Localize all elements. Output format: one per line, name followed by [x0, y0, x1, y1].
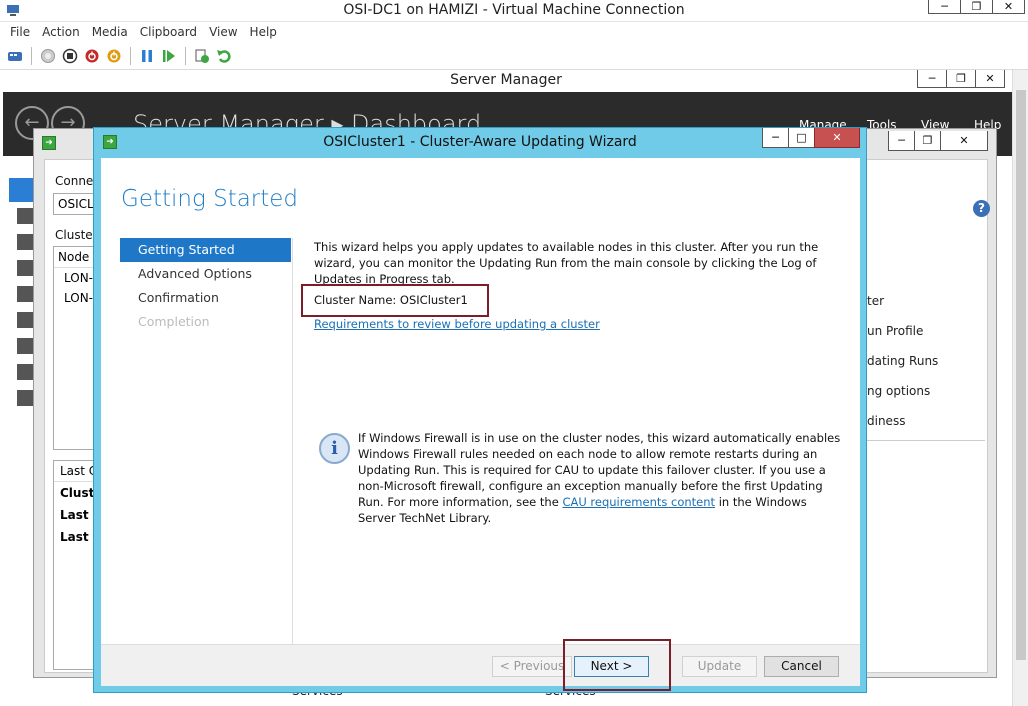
requirements-link[interactable]: Requirements to review before updating a…	[314, 317, 600, 331]
previous-button[interactable]: < Previous	[492, 656, 572, 677]
menu-action[interactable]: Action	[36, 25, 86, 39]
divider	[867, 440, 985, 441]
restore-icon[interactable]: ❐	[914, 131, 941, 151]
sm-window-controls: ─ ❐ ✕	[917, 70, 1005, 88]
wizard-title-bar: ➜ OSICluster1 - Cluster-Aware Updating W…	[94, 128, 866, 158]
cancel-button[interactable]: Cancel	[764, 656, 839, 677]
clustering-icon[interactable]	[17, 390, 33, 406]
vm-toolbar	[0, 42, 1028, 70]
toolbar-separator	[185, 46, 186, 65]
restore-icon[interactable]: ❐	[960, 0, 993, 14]
server-manager-title-bar: Server Manager ─ ❐ ✕	[0, 70, 1012, 92]
cau-wizard-dialog: ➜ OSICluster1 - Cluster-Aware Updating W…	[93, 127, 867, 693]
steps-divider	[292, 238, 293, 651]
step-getting-started[interactable]: Getting Started	[120, 238, 291, 262]
server-manager-nav	[3, 156, 35, 706]
checkpoint-icon[interactable]	[193, 47, 211, 65]
cluster-label: Cluster	[55, 228, 98, 242]
action-link[interactable]: un Profile	[867, 324, 923, 338]
page-title: Getting Started	[121, 186, 299, 212]
toolbar-separator	[31, 46, 32, 65]
cluster-name-highlight	[301, 284, 489, 317]
local-server-icon[interactable]	[17, 208, 33, 224]
wizard-content: Getting Started Getting Started Advanced…	[101, 158, 860, 686]
menu-view[interactable]: View	[203, 25, 243, 39]
firewall-info-text: If Windows Firewall is in use on the clu…	[358, 430, 842, 526]
minimize-icon[interactable]: ─	[917, 70, 947, 88]
cau-requirements-link[interactable]: CAU requirements content	[562, 495, 715, 509]
server-manager-title: Server Manager	[450, 72, 562, 88]
wizard-steps: Getting Started Advanced Options Confirm…	[120, 238, 291, 334]
maximize-icon[interactable]: □	[788, 128, 815, 148]
turn-off-icon[interactable]	[61, 47, 79, 65]
menu-help[interactable]: Help	[244, 25, 283, 39]
action-link[interactable]: ter	[867, 294, 884, 308]
all-servers-icon[interactable]	[17, 234, 33, 250]
close-icon[interactable]: ✕	[975, 70, 1005, 88]
info-icon: i	[319, 433, 350, 464]
menu-media[interactable]: Media	[86, 25, 134, 39]
wizard-footer: < Previous Next > Update Cancel	[101, 644, 860, 686]
iis-icon[interactable]	[17, 338, 33, 354]
save-state-icon[interactable]	[105, 47, 123, 65]
cau-window-controls: ─ ❐ ✕	[888, 131, 988, 151]
restore-icon[interactable]: ❐	[946, 70, 976, 88]
close-icon[interactable]: ✕	[814, 128, 860, 148]
wsus-icon[interactable]	[17, 364, 33, 380]
action-link[interactable]: diness	[867, 414, 905, 428]
resume-icon[interactable]	[160, 47, 178, 65]
help-icon[interactable]: ?	[973, 200, 990, 217]
vertical-scrollbar[interactable]	[1012, 70, 1028, 706]
action-link[interactable]: dating Runs	[867, 354, 938, 368]
ctrl-alt-del-icon[interactable]	[6, 47, 24, 65]
pause-icon[interactable]	[138, 47, 156, 65]
minimize-icon[interactable]: ─	[888, 131, 915, 151]
intro-text: This wizard helps you apply updates to a…	[314, 240, 819, 286]
dashboard-icon[interactable]	[9, 178, 35, 202]
close-icon[interactable]: ✕	[940, 131, 988, 151]
dns-icon[interactable]	[17, 286, 33, 302]
minimize-icon[interactable]: ─	[928, 0, 961, 14]
start-icon[interactable]	[39, 47, 57, 65]
action-link[interactable]: ng options	[867, 384, 930, 398]
step-advanced-options[interactable]: Advanced Options	[120, 262, 291, 286]
minimize-icon[interactable]: ─	[762, 128, 789, 148]
close-icon[interactable]: ✕	[992, 0, 1025, 14]
vm-window-controls: ─ ❐ ✕	[928, 0, 1025, 14]
vm-window-title: OSI-DC1 on HAMIZI - Virtual Machine Conn…	[343, 2, 685, 18]
scrollbar-thumb[interactable]	[1016, 90, 1026, 660]
wizard-title: OSICluster1 - Cluster-Aware Updating Wiz…	[323, 134, 637, 150]
menu-clipboard[interactable]: Clipboard	[134, 25, 203, 39]
next-button-highlight	[563, 639, 671, 691]
toolbar-separator	[130, 46, 131, 65]
ad-ds-icon[interactable]	[17, 260, 33, 276]
vm-menu-bar: File Action Media Clipboard View Help	[0, 22, 1028, 42]
revert-icon[interactable]	[215, 47, 233, 65]
wizard-window-controls: ─ □ ✕	[762, 128, 860, 148]
file-storage-icon[interactable]	[17, 312, 33, 328]
shutdown-icon[interactable]	[83, 47, 101, 65]
step-completion: Completion	[138, 314, 210, 329]
cau-app-icon: ➜	[42, 136, 56, 150]
vm-title-bar: OSI-DC1 on HAMIZI - Virtual Machine Conn…	[0, 0, 1028, 22]
step-confirmation[interactable]: Confirmation	[120, 286, 291, 310]
update-button[interactable]: Update	[682, 656, 757, 677]
menu-file[interactable]: File	[4, 25, 36, 39]
